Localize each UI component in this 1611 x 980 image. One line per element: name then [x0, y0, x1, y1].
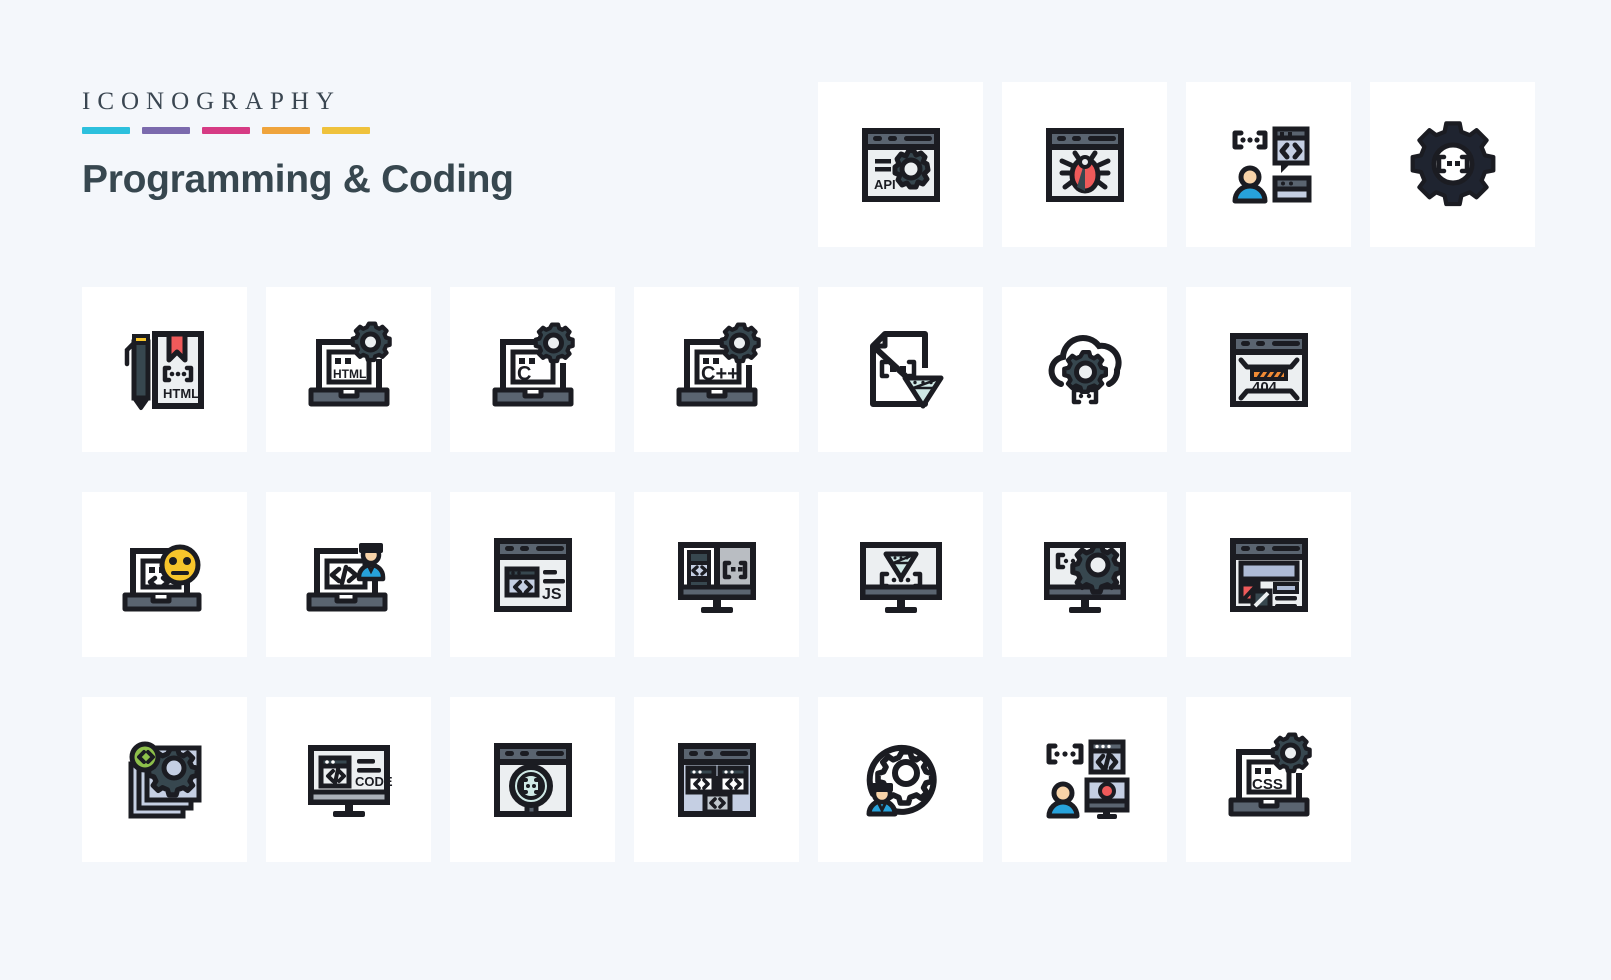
developer-monitor-code-icon [1046, 739, 1129, 819]
developer-laptop-code-icon [306, 542, 387, 611]
icon-tile-cloud-gear-code[interactable] [1002, 287, 1167, 452]
icon-label-404: 404 [1252, 379, 1278, 396]
icon-tile-developer-laptop-code[interactable] [266, 492, 431, 657]
monitor-gear-code-icon [1043, 541, 1126, 613]
icon-tile-developer-gear-circle[interactable] [818, 697, 983, 862]
icon-tile-monitor-code-split[interactable] [634, 492, 799, 657]
icon-tile-monitor-gear-code[interactable] [1002, 492, 1167, 657]
icon-tile-api-settings-browser[interactable]: API [818, 82, 983, 247]
empty-cell [1370, 492, 1535, 657]
cpp-laptop-settings-icon: C++ [676, 322, 761, 406]
icon-tile-error-404-browser[interactable]: 404 [1186, 287, 1351, 452]
html-laptop-settings-icon: HTML [308, 321, 392, 406]
icon-tile-broken-image-browser[interactable] [1186, 492, 1351, 657]
icon-tile-gear-code-brackets[interactable] [1370, 82, 1535, 247]
icon-tile-developer-code-chat[interactable] [1186, 82, 1351, 247]
sitemap-code-browser-icon [677, 742, 756, 817]
icon-tile-javascript-browser[interactable]: JS [450, 492, 615, 657]
developer-code-chat-icon [1232, 126, 1311, 203]
monitor-code-split-icon [677, 541, 756, 613]
icon-tile-search-code-browser[interactable] [450, 697, 615, 862]
code-monitor-icon: CODE [307, 744, 393, 817]
error-404-browser-icon: 404 [1229, 332, 1308, 407]
icon-tile-html-laptop-settings[interactable]: HTML [266, 287, 431, 452]
icon-label-html: HTML [163, 386, 199, 401]
empty-cell [82, 82, 247, 247]
emoji-laptop-code-icon [122, 544, 201, 611]
icon-label-html: HTML [333, 367, 366, 381]
javascript-browser-icon: JS [493, 537, 572, 612]
icon-tile-css-laptop-settings[interactable]: CSS [1186, 697, 1351, 862]
empty-cell [266, 82, 431, 247]
icon-label-code: CODE [355, 774, 393, 789]
css-laptop-settings-icon: CSS [1228, 732, 1312, 816]
icon-tile-cpp-laptop-settings[interactable]: C++ [634, 287, 799, 452]
broken-image-browser-icon [1229, 537, 1308, 612]
bug-browser-icon [1045, 127, 1124, 202]
icon-tile-developer-monitor-code[interactable] [1002, 697, 1167, 862]
icon-label-js: JS [542, 586, 562, 603]
icon-label-c: C [517, 363, 531, 385]
icon-tile-html-document-pencil[interactable]: HTML [82, 287, 247, 452]
icon-tile-sitemap-code-browser[interactable] [634, 697, 799, 862]
html-document-pencil-icon: HTML [124, 330, 204, 410]
c-laptop-settings-icon: C [492, 322, 575, 406]
empty-cell [450, 82, 615, 247]
empty-cell [634, 82, 799, 247]
document-stack-gear-icon [128, 741, 201, 818]
search-code-browser-icon [493, 742, 572, 817]
icon-label-cpp: C++ [701, 363, 739, 385]
svg-text:API: API [874, 177, 896, 192]
gear-code-brackets-icon [1410, 120, 1495, 206]
icon-tile-ruby-code-file[interactable] [818, 287, 983, 452]
ruby-monitor-code-icon [859, 541, 942, 613]
icon-tile-code-monitor[interactable]: CODE [266, 697, 431, 862]
developer-gear-circle-icon [866, 744, 937, 816]
cloud-gear-code-icon [1048, 334, 1122, 404]
icon-tile-document-stack-gear[interactable] [82, 697, 247, 862]
icon-label-css: CSS [1252, 776, 1283, 793]
api-settings-browser-icon: API [861, 127, 940, 202]
icon-grid: API HTML HTML C C++ 404 JS CODE CSS [82, 82, 1535, 862]
icon-tile-ruby-monitor-code[interactable] [818, 492, 983, 657]
ruby-code-file-icon [869, 330, 943, 409]
icon-tile-bug-browser[interactable] [1002, 82, 1167, 247]
empty-cell [1370, 697, 1535, 862]
icon-tile-emoji-laptop-code[interactable] [82, 492, 247, 657]
icon-tile-c-laptop-settings[interactable]: C [450, 287, 615, 452]
empty-cell [1370, 287, 1535, 452]
